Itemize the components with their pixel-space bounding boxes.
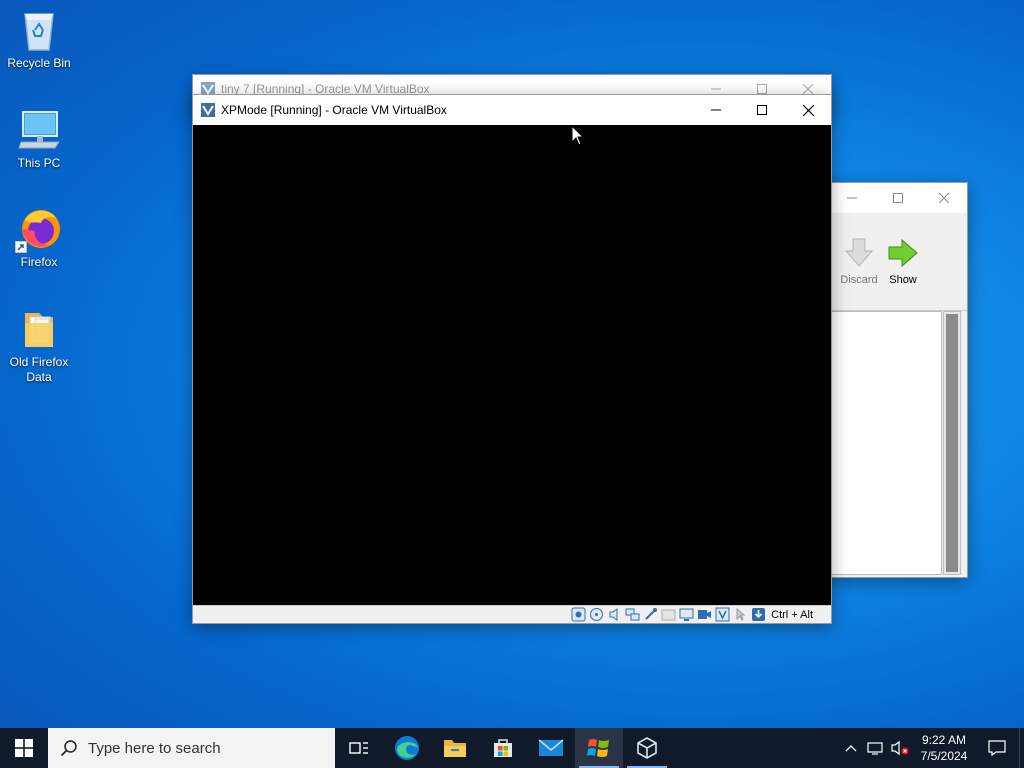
mail-icon [538,739,564,756]
search-icon [60,740,77,757]
search-box[interactable]: Type here to search [48,728,335,768]
scrollbar[interactable] [943,311,961,575]
desktop-icon-label: This PC [17,156,61,170]
manager-toolbar: Discard Show [809,213,967,311]
show-button[interactable]: Show [881,237,925,286]
chevron-up-icon [845,745,857,752]
taskbar: Type here to search 9:22 AM 7/5/2024 [0,728,1024,768]
notifications-button[interactable] [975,728,1019,768]
notification-icon [988,740,1006,756]
host-key-arrow-icon[interactable] [751,607,766,622]
xpmode-vm-window[interactable]: XPMode [Running] - Oracle VM VirtualBox … [192,94,832,624]
recycle-bin-icon [15,6,63,54]
discard-button[interactable]: Discard [837,237,881,286]
microsoft-store-button[interactable] [479,728,527,768]
window-title: XPMode [Running] - Oracle VM VirtualBox [221,103,447,117]
search-placeholder: Type here to search [88,739,221,757]
windows-logo-icon [15,739,33,757]
task-view-button[interactable] [335,728,383,768]
close-button[interactable] [921,183,967,213]
mouse-integration-icon[interactable] [733,607,748,622]
manager-titlebar [809,183,967,213]
desktop-icon-label: Old Firefox Data [9,355,69,384]
desktop-icon-firefox[interactable]: Firefox [4,205,74,270]
scrollbar-thumb[interactable] [946,314,958,572]
optical-drive-icon[interactable] [589,607,604,622]
shortcut-arrow-icon [15,241,27,253]
video-capture-icon[interactable] [697,607,712,622]
virtualbox-button[interactable] [623,728,671,768]
task-view-icon [349,742,368,754]
maximize-icon [757,84,767,94]
minimize-icon [847,197,857,199]
arrow-right-icon [888,238,918,268]
display-icon[interactable] [679,607,694,622]
clock[interactable]: 9:22 AM 7/5/2024 [913,732,975,764]
maximize-button[interactable] [739,95,785,125]
volume-tray-button[interactable] [887,728,913,768]
maximize-button[interactable] [875,183,921,213]
store-icon [494,739,512,757]
virtualbox-manager-window[interactable]: Discard Show [808,182,968,578]
minimize-icon [711,109,721,111]
minimize-button[interactable] [829,183,875,213]
audio-icon[interactable] [607,607,622,622]
show-desktop-button[interactable] [1019,728,1024,768]
shared-folders-icon[interactable] [661,607,676,622]
minimize-button[interactable] [693,95,739,125]
discard-label: Discard [840,274,878,286]
network-icon [867,742,883,755]
network-tray-button[interactable] [863,728,887,768]
host-key-label: Ctrl + Alt [771,608,813,621]
desktop-icon-recycle-bin[interactable]: Recycle Bin [4,6,74,71]
show-label: Show [889,274,917,286]
minimize-icon [711,88,721,90]
system-tray: 9:22 AM 7/5/2024 [839,728,1024,768]
computer-icon [15,106,63,154]
firefox-icon [15,205,63,253]
virtualbox-cube-icon [637,737,657,759]
xp-mode-button[interactable] [575,728,623,768]
edge-button[interactable] [383,728,431,768]
folder-icon [15,305,63,353]
arrow-down-icon [844,238,874,267]
mouse-pointer-icon [571,125,585,146]
desktop-icon-old-firefox-data[interactable]: Old Firefox Data [4,305,74,385]
vm-display[interactable] [193,125,831,605]
hard-disk-icon[interactable] [571,607,586,622]
show-hidden-icons-button[interactable] [839,728,863,768]
network-icon[interactable] [625,607,640,622]
clock-date: 7/5/2024 [920,749,968,763]
edge-icon [395,736,419,760]
usb-icon[interactable] [643,607,658,622]
close-icon [803,84,813,94]
mail-button[interactable] [527,728,575,768]
virtualbox-icon [201,103,215,117]
manager-details-area [809,311,967,577]
desktop-icon-label: Recycle Bin [7,56,71,70]
xpmode-titlebar: XPMode [Running] - Oracle VM VirtualBox [193,95,831,125]
close-icon [802,104,814,116]
windows-xp-icon [587,739,609,757]
desktop-icon-this-pc[interactable]: This PC [4,106,74,171]
clock-time: 9:22 AM [921,733,967,747]
virtualization-icon[interactable] [715,607,730,622]
close-button[interactable] [785,95,831,125]
vm-status-bar: Ctrl + Alt [193,605,831,623]
start-button[interactable] [0,728,48,768]
desktop-icon-label: Firefox [20,255,58,269]
maximize-icon [757,105,767,115]
close-icon [939,193,949,203]
file-explorer-button[interactable] [431,728,479,768]
maximize-icon [893,193,903,203]
folder-icon [444,740,466,757]
volume-muted-icon [891,740,909,756]
